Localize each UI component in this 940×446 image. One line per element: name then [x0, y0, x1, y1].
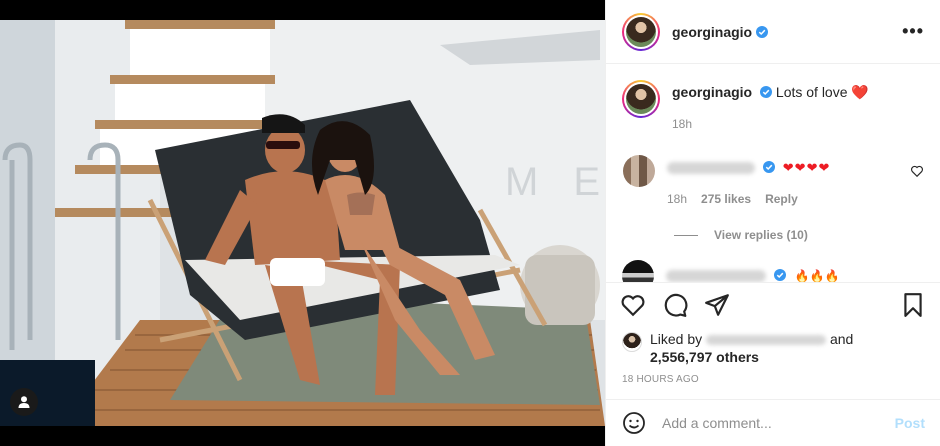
comment-composer: Post [606, 399, 940, 446]
comment-item: ❤❤❤❤ 18h 275 likes Reply [622, 155, 924, 206]
likes-suffix: and [829, 331, 854, 347]
liker-avatar[interactable] [622, 332, 642, 352]
post-header: georginagio ••• [606, 0, 940, 64]
caption: georginagio Lots of love ❤️ 18h [622, 80, 924, 133]
save-icon[interactable] [900, 292, 926, 318]
user-tag-icon [18, 396, 30, 408]
post-timestamp[interactable]: 18 HOURS AGO [606, 366, 940, 385]
smiley-icon[interactable] [622, 411, 646, 435]
commenter-avatar[interactable] [622, 260, 654, 282]
author-avatar[interactable] [622, 12, 660, 51]
caption-heart-emoji: ❤️ [851, 84, 869, 100]
caption-age: 18h [672, 117, 693, 131]
share-icon[interactable] [704, 292, 730, 318]
more-options-button[interactable]: ••• [902, 21, 924, 42]
reply-button[interactable]: Reply [765, 192, 798, 206]
post-comment-button[interactable]: Post [895, 415, 925, 431]
verified-icon [756, 25, 769, 38]
more-icon: ••• [902, 21, 924, 41]
comments-list[interactable]: georginagio Lots of love ❤️ 18h ❤❤❤❤ 18h… [606, 64, 940, 282]
caption-avatar[interactable] [622, 80, 660, 118]
comment-item: 🔥🔥🔥 [622, 260, 924, 282]
post-image: M E [0, 20, 605, 426]
comment-text: ❤❤❤❤ [782, 160, 831, 175]
svg-text:M E: M E [505, 160, 605, 204]
liker-username-redacted[interactable] [706, 335, 827, 346]
likes-count[interactable]: 2,556,797 others [650, 349, 759, 365]
comment-text: 🔥🔥🔥 [794, 269, 840, 282]
comment-likes[interactable]: 275 likes [701, 192, 751, 206]
comment-icon[interactable] [662, 292, 688, 318]
post-photo[interactable]: M E [0, 0, 605, 446]
verified-icon [762, 161, 775, 173]
comment-input[interactable] [662, 415, 895, 431]
commenter-username-redacted[interactable] [667, 162, 755, 175]
tagged-users-button[interactable] [10, 388, 38, 416]
likes-summary[interactable]: Liked by and 2,556,797 others [606, 326, 940, 366]
author-username[interactable]: georginagio [672, 24, 752, 40]
view-replies-label: View replies (10) [714, 228, 808, 242]
verified-icon [760, 86, 773, 98]
post-detail-panel: georginagio ••• georginagio Lots of love… [605, 0, 940, 446]
action-bar [606, 282, 940, 326]
comment-age[interactable]: 18h [667, 192, 687, 206]
replies-divider [674, 234, 698, 236]
caption-username[interactable]: georginagio [672, 84, 752, 100]
commenter-username-redacted[interactable] [666, 269, 766, 282]
comment-like-heart-icon[interactable] [910, 164, 924, 178]
heart-icon[interactable] [620, 292, 646, 318]
verified-icon [774, 269, 787, 281]
caption-text: Lots of love [775, 84, 848, 100]
view-replies-button[interactable]: View replies (10) [674, 228, 924, 242]
likes-prefix: Liked by [650, 331, 703, 347]
commenter-avatar[interactable] [623, 155, 655, 187]
